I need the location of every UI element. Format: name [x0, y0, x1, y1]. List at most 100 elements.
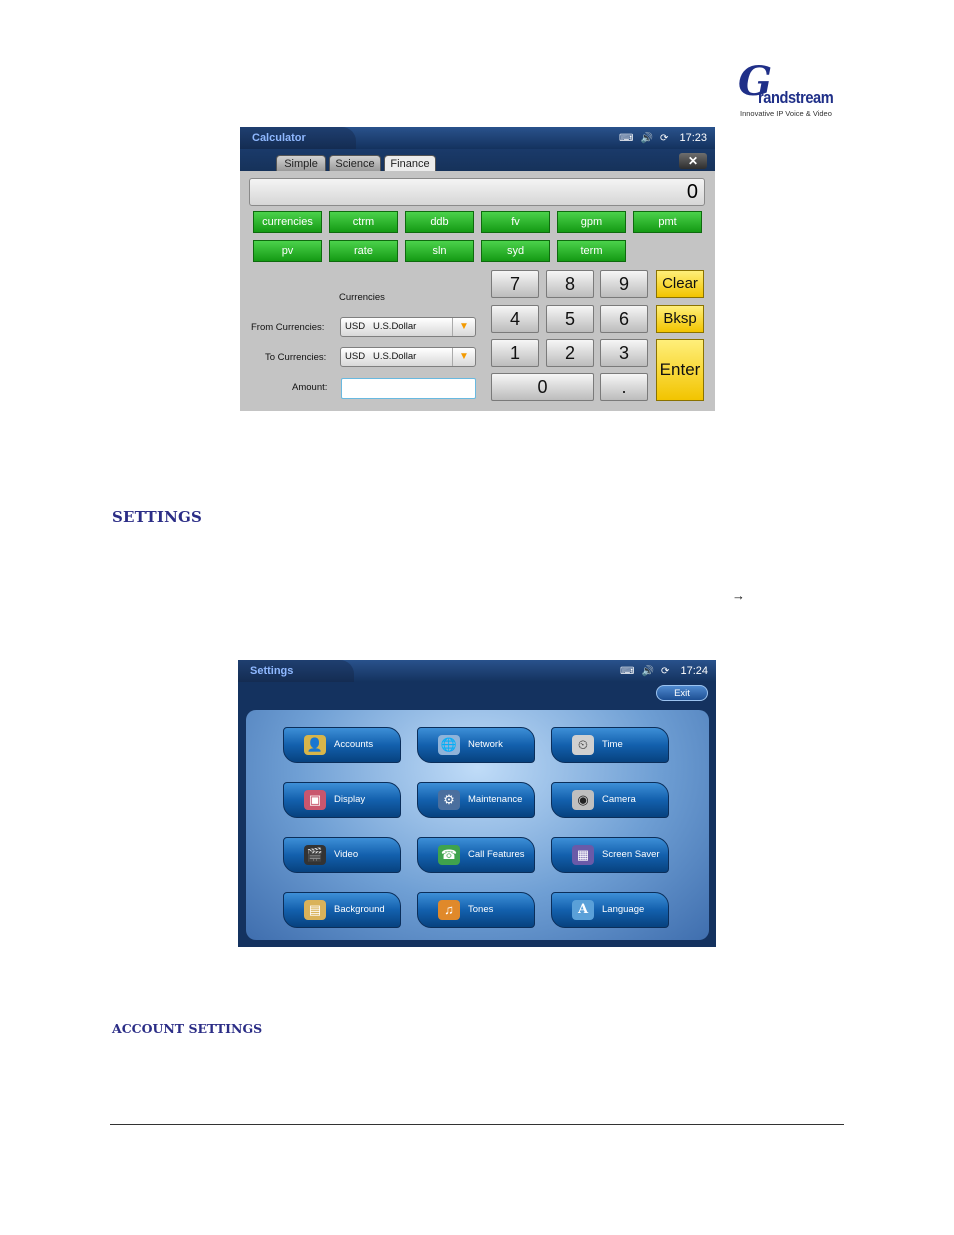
- from-currencies-select[interactable]: USD U.S.Dollar ▼: [340, 317, 476, 337]
- fn-sln-button[interactable]: sln: [405, 240, 474, 262]
- key-0[interactable]: 0: [491, 373, 594, 401]
- call-features-button[interactable]: ☎ Call Features: [417, 837, 535, 873]
- close-button[interactable]: ✕: [679, 153, 707, 169]
- time-label: Time: [602, 739, 623, 750]
- language-icon: A: [572, 900, 594, 920]
- network-button[interactable]: 🌐 Network: [417, 727, 535, 763]
- account-settings-heading: ACCOUNT SETTINGS: [112, 1021, 263, 1036]
- fn-syd-button[interactable]: syd: [481, 240, 550, 262]
- time-icon: ⏲: [572, 735, 594, 755]
- fn-pmt-button[interactable]: pmt: [633, 211, 702, 233]
- key-1[interactable]: 1: [491, 339, 539, 367]
- footer-divider: [110, 1124, 844, 1125]
- accounts-button[interactable]: 👤 Accounts: [283, 727, 401, 763]
- refresh-icon: ⟳: [660, 133, 669, 144]
- tab-finance[interactable]: Finance: [384, 155, 436, 171]
- settings-topbar: Settings ⌨ 🔊 ⟳ 17:24: [238, 660, 716, 682]
- language-button[interactable]: A Language: [551, 892, 669, 928]
- amount-input[interactable]: [341, 378, 476, 399]
- calculator-screenshot: Calculator ⌨ 🔊 ⟳ 17:23 Simple Science Fi…: [240, 127, 715, 411]
- calculator-topbar: Calculator ⌨ 🔊 ⟳ 17:23: [240, 127, 715, 149]
- screen-saver-icon: ▦: [572, 845, 594, 865]
- video-icon: 🎬: [304, 845, 326, 865]
- from-currencies-label: From Currencies:: [251, 322, 325, 333]
- volume-icon: 🔊: [640, 133, 653, 144]
- chevron-down-icon: ▼: [452, 348, 475, 366]
- from-currencies-value: USD U.S.Dollar: [345, 321, 417, 332]
- background-icon: ▤: [304, 900, 326, 920]
- key-7[interactable]: 7: [491, 270, 539, 298]
- calculator-display: 0: [249, 178, 705, 206]
- accounts-label: Accounts: [334, 739, 374, 750]
- clear-button[interactable]: Clear: [656, 270, 704, 298]
- backspace-button[interactable]: Bksp: [656, 305, 704, 333]
- call-features-icon: ☎: [438, 845, 460, 865]
- volume-icon: 🔊: [641, 666, 654, 677]
- keyboard-icon: ⌨: [620, 666, 635, 677]
- grandstream-logo: G randstream Innovative IP Voice & Video: [736, 62, 838, 120]
- tab-science[interactable]: Science: [329, 155, 381, 171]
- clock-time: 17:24: [680, 665, 708, 677]
- calculator-title: Calculator: [240, 127, 356, 149]
- settings-title: Settings: [238, 660, 354, 682]
- video-label: Video: [334, 849, 359, 860]
- tab-simple[interactable]: Simple: [276, 155, 326, 171]
- tones-button[interactable]: ♫ Tones: [417, 892, 535, 928]
- key-3[interactable]: 3: [600, 339, 648, 367]
- key-2[interactable]: 2: [546, 339, 594, 367]
- camera-button[interactable]: ◉ Camera: [551, 782, 669, 818]
- refresh-icon: ⟳: [661, 666, 670, 677]
- key-8[interactable]: 8: [546, 270, 594, 298]
- display-label: Display: [334, 794, 366, 805]
- background-button[interactable]: ▤ Background: [283, 892, 401, 928]
- network-label: Network: [468, 739, 503, 750]
- tones-label: Tones: [468, 904, 494, 915]
- fn-pv-button[interactable]: pv: [253, 240, 322, 262]
- settings-screenshot: Settings ⌨ 🔊 ⟳ 17:24 Exit 👤 Accounts 🌐 N…: [238, 660, 716, 947]
- maintenance-label: Maintenance: [468, 794, 523, 805]
- calculator-tabbar: Simple Science Finance ✕: [240, 149, 715, 171]
- key-4[interactable]: 4: [491, 305, 539, 333]
- screen-saver-button[interactable]: ▦ Screen Saver: [551, 837, 669, 873]
- key-5[interactable]: 5: [546, 305, 594, 333]
- fn-term-button[interactable]: term: [557, 240, 626, 262]
- arrow-right-icon: →: [732, 588, 745, 603]
- fn-ctrm-button[interactable]: ctrm: [329, 211, 398, 233]
- settings-heading: SETTINGS: [112, 508, 203, 526]
- chevron-down-icon: ▼: [452, 318, 475, 336]
- display-button[interactable]: ▣ Display: [283, 782, 401, 818]
- amount-label: Amount:: [292, 382, 328, 393]
- fn-rate-button[interactable]: rate: [329, 240, 398, 262]
- camera-label: Camera: [602, 794, 636, 805]
- to-currencies-select[interactable]: USD U.S.Dollar ▼: [340, 347, 476, 367]
- call-features-label: Call Features: [468, 849, 525, 860]
- key-6[interactable]: 6: [600, 305, 648, 333]
- clock-time: 17:23: [679, 132, 707, 144]
- exit-button[interactable]: Exit: [656, 685, 708, 701]
- video-button[interactable]: 🎬 Video: [283, 837, 401, 873]
- camera-icon: ◉: [572, 790, 594, 810]
- fn-currencies-button[interactable]: currencies: [253, 211, 322, 233]
- keyboard-icon: ⌨: [619, 133, 634, 144]
- status-area: ⌨ 🔊 ⟳ 17:24: [616, 660, 708, 682]
- maintenance-button[interactable]: ⚙ Maintenance: [417, 782, 535, 818]
- background-label: Background: [334, 904, 385, 915]
- time-button[interactable]: ⏲ Time: [551, 727, 669, 763]
- logo-wordmark: randstream: [758, 88, 834, 107]
- network-icon: 🌐: [438, 735, 460, 755]
- display-icon: ▣: [304, 790, 326, 810]
- screen-saver-label: Screen Saver: [602, 849, 660, 860]
- currencies-heading: Currencies: [339, 292, 385, 303]
- tones-icon: ♫: [438, 900, 460, 920]
- logo-tagline: Innovative IP Voice & Video: [740, 109, 832, 118]
- fn-fv-button[interactable]: fv: [481, 211, 550, 233]
- accounts-icon: 👤: [304, 735, 326, 755]
- fn-ddb-button[interactable]: ddb: [405, 211, 474, 233]
- fn-gpm-button[interactable]: gpm: [557, 211, 626, 233]
- key-9[interactable]: 9: [600, 270, 648, 298]
- language-label: Language: [602, 904, 645, 915]
- to-currencies-value: USD U.S.Dollar: [345, 351, 417, 362]
- maintenance-icon: ⚙: [438, 790, 460, 810]
- enter-button[interactable]: Enter: [656, 339, 704, 401]
- key-decimal[interactable]: .: [600, 373, 648, 401]
